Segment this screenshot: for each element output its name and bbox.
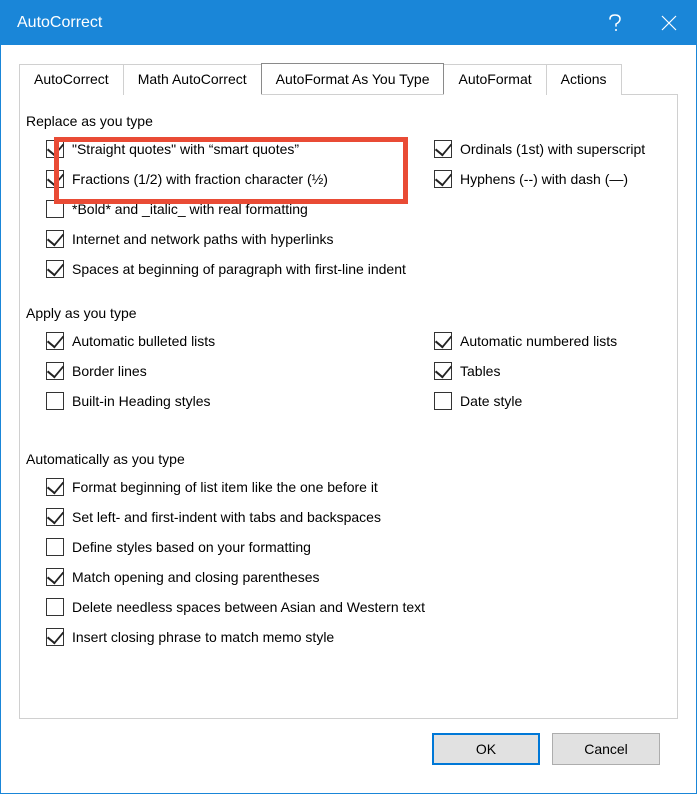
chk-ordinals-label: Ordinals (1st) with superscript [460, 139, 645, 159]
section-replace-title: Replace as you type [26, 113, 673, 129]
chk-auto-bulleted-label: Automatic bulleted lists [72, 331, 215, 351]
chk-bold-italic-input[interactable] [46, 200, 64, 218]
chk-delete-spaces-label: Delete needless spaces between Asian and… [72, 597, 425, 617]
chk-match-parentheses[interactable]: Match opening and closing parentheses [46, 567, 673, 587]
chk-delete-spaces-input[interactable] [46, 598, 64, 616]
autocorrect-dialog: AutoCorrect AutoCorrect Math AutoCorrect… [0, 0, 697, 794]
chk-hyphens-label: Hyphens (--) with dash (—) [460, 169, 628, 189]
chk-hyphens-input[interactable] [434, 170, 452, 188]
chk-match-parentheses-input[interactable] [46, 568, 64, 586]
chk-straight-quotes-label: "Straight quotes" with “smart quotes” [72, 139, 299, 159]
chk-heading-styles[interactable]: Built-in Heading styles [46, 391, 434, 411]
chk-straight-quotes-input[interactable] [46, 140, 64, 158]
chk-tables-label: Tables [460, 361, 500, 381]
chk-format-beginning[interactable]: Format beginning of list item like the o… [46, 477, 673, 497]
chk-tables[interactable]: Tables [434, 361, 673, 381]
chk-ordinals[interactable]: Ordinals (1st) with superscript [434, 139, 673, 159]
chk-date-style-label: Date style [460, 391, 522, 411]
ok-button[interactable]: OK [432, 733, 540, 765]
chk-set-indent-input[interactable] [46, 508, 64, 526]
cancel-button[interactable]: Cancel [552, 733, 660, 765]
chk-ordinals-input[interactable] [434, 140, 452, 158]
titlebar: AutoCorrect [1, 1, 696, 45]
chk-fractions-label: Fractions (1/2) with fraction character … [72, 169, 328, 189]
tab-autocorrect[interactable]: AutoCorrect [19, 64, 124, 95]
tab-actions[interactable]: Actions [546, 64, 622, 95]
chk-auto-numbered[interactable]: Automatic numbered lists [434, 331, 673, 351]
help-button[interactable] [588, 1, 642, 45]
chk-tables-input[interactable] [434, 362, 452, 380]
chk-define-styles-label: Define styles based on your formatting [72, 537, 311, 557]
tab-strip: AutoCorrect Math AutoCorrect AutoFormat … [19, 63, 678, 94]
chk-insert-closing-input[interactable] [46, 628, 64, 646]
close-icon [661, 15, 677, 31]
tab-autoformat-as-you-type[interactable]: AutoFormat As You Type [261, 63, 445, 94]
chk-bold-italic-label: *Bold* and _italic_ with real formatting [72, 199, 308, 219]
chk-define-styles[interactable]: Define styles based on your formatting [46, 537, 673, 557]
chk-date-style-input[interactable] [434, 392, 452, 410]
chk-format-beginning-input[interactable] [46, 478, 64, 496]
chk-insert-closing[interactable]: Insert closing phrase to match memo styl… [46, 627, 673, 647]
chk-heading-styles-input[interactable] [46, 392, 64, 410]
chk-border-lines[interactable]: Border lines [46, 361, 434, 381]
chk-spaces-indent[interactable]: Spaces at beginning of paragraph with fi… [46, 259, 673, 279]
chk-format-beginning-label: Format beginning of list item like the o… [72, 477, 378, 497]
chk-internet-paths[interactable]: Internet and network paths with hyperlin… [46, 229, 434, 249]
chk-heading-styles-label: Built-in Heading styles [72, 391, 211, 411]
chk-internet-paths-input[interactable] [46, 230, 64, 248]
chk-bold-italic[interactable]: *Bold* and _italic_ with real formatting [46, 199, 434, 219]
tab-autoformat[interactable]: AutoFormat [443, 64, 546, 95]
chk-insert-closing-label: Insert closing phrase to match memo styl… [72, 627, 334, 647]
chk-auto-numbered-input[interactable] [434, 332, 452, 350]
dialog-footer: OK Cancel [19, 719, 678, 779]
section-auto-title: Automatically as you type [26, 451, 673, 467]
tab-math-autocorrect[interactable]: Math AutoCorrect [123, 64, 262, 95]
chk-auto-bulleted[interactable]: Automatic bulleted lists [46, 331, 434, 351]
chk-border-lines-input[interactable] [46, 362, 64, 380]
chk-fractions-input[interactable] [46, 170, 64, 188]
tab-panel: Replace as you type "Straight quotes" wi… [19, 94, 678, 719]
chk-set-indent[interactable]: Set left- and first-indent with tabs and… [46, 507, 673, 527]
chk-delete-spaces[interactable]: Delete needless spaces between Asian and… [46, 597, 673, 617]
help-icon [608, 13, 622, 33]
chk-straight-quotes[interactable]: "Straight quotes" with “smart quotes” [46, 139, 434, 159]
chk-set-indent-label: Set left- and first-indent with tabs and… [72, 507, 381, 527]
chk-define-styles-input[interactable] [46, 538, 64, 556]
chk-border-lines-label: Border lines [72, 361, 147, 381]
dialog-body: AutoCorrect Math AutoCorrect AutoFormat … [1, 45, 696, 793]
chk-spaces-indent-label: Spaces at beginning of paragraph with fi… [72, 259, 406, 279]
section-apply-title: Apply as you type [26, 305, 673, 321]
chk-auto-numbered-label: Automatic numbered lists [460, 331, 617, 351]
chk-match-parentheses-label: Match opening and closing parentheses [72, 567, 320, 587]
chk-hyphens[interactable]: Hyphens (--) with dash (—) [434, 169, 673, 189]
chk-internet-paths-label: Internet and network paths with hyperlin… [72, 229, 333, 249]
window-title: AutoCorrect [17, 14, 588, 32]
chk-spaces-indent-input[interactable] [46, 260, 64, 278]
chk-auto-bulleted-input[interactable] [46, 332, 64, 350]
chk-fractions[interactable]: Fractions (1/2) with fraction character … [46, 169, 434, 189]
chk-date-style[interactable]: Date style [434, 391, 673, 411]
close-button[interactable] [642, 1, 696, 45]
